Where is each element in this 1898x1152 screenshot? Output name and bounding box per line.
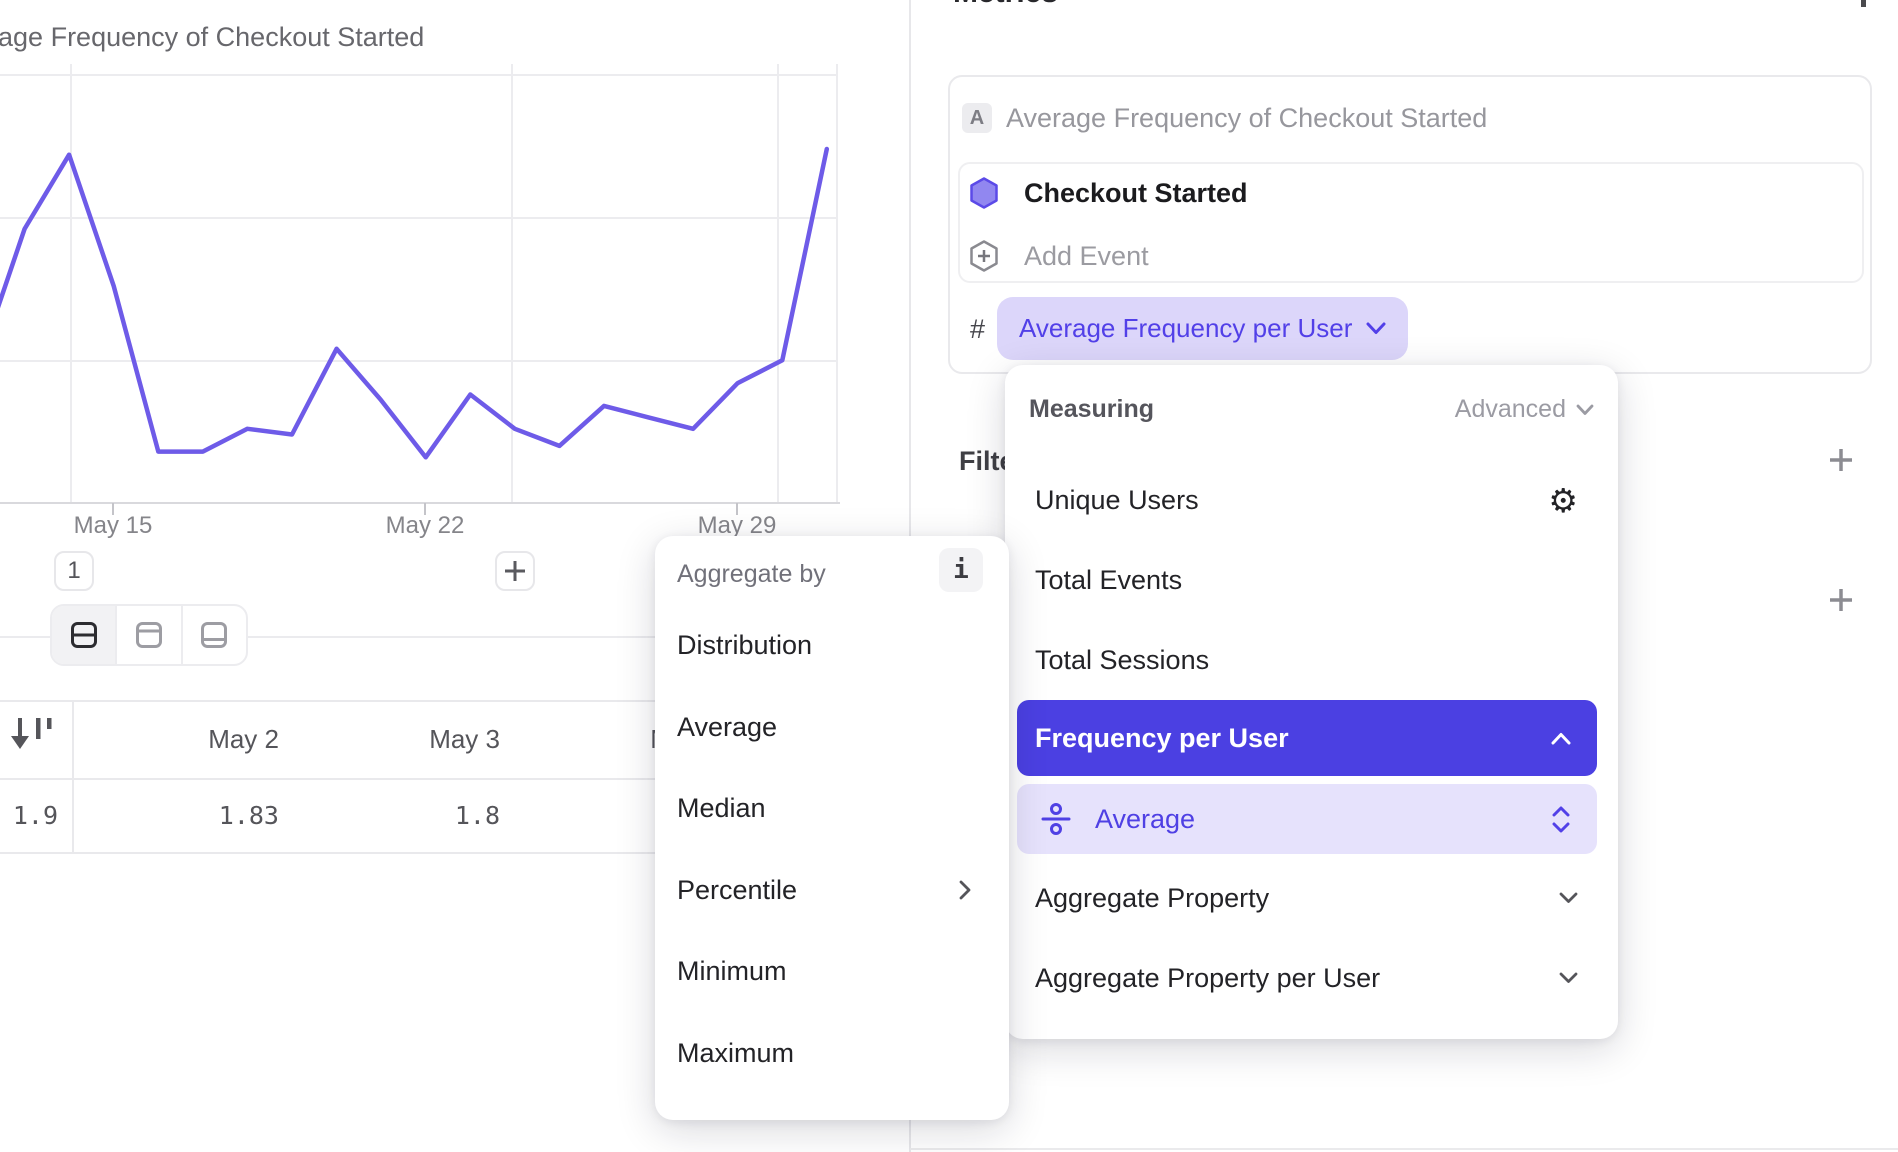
table-header-may-2[interactable]: May 2 bbox=[72, 700, 279, 778]
chevron-down-icon bbox=[1559, 892, 1578, 904]
split-bottom-icon bbox=[199, 620, 229, 650]
table-cell-may-2: 1.83 bbox=[72, 778, 279, 852]
sort-rows-button[interactable] bbox=[10, 716, 54, 757]
percentile-label: Percentile bbox=[677, 875, 797, 906]
chart-line-series bbox=[0, 149, 827, 457]
layout-chart-top-button[interactable] bbox=[117, 606, 182, 664]
total-sessions-label: Total Sessions bbox=[1035, 645, 1209, 676]
add-event-hexagon-plus-icon bbox=[970, 240, 998, 277]
menu-item-total-sessions[interactable]: Total Sessions bbox=[1005, 620, 1618, 700]
frequency-line-chart bbox=[0, 0, 840, 520]
chevron-right-icon bbox=[959, 880, 971, 900]
aggregate-property-per-user-label: Aggregate Property per User bbox=[1035, 963, 1380, 994]
unique-users-label: Unique Users bbox=[1035, 485, 1199, 516]
aggregate-property-label: Aggregate Property bbox=[1035, 883, 1269, 914]
table-header-may-3[interactable]: May 3 bbox=[293, 700, 500, 778]
measuring-dropdown: Measuring Advanced Unique Users ⚙ Total … bbox=[1005, 365, 1618, 1039]
right-panel-bottom-border bbox=[910, 1148, 1898, 1150]
measurement-chip-label: Average Frequency per User bbox=[1019, 313, 1352, 344]
menu-item-median[interactable]: Median bbox=[655, 768, 1009, 848]
advanced-label: Advanced bbox=[1455, 395, 1566, 424]
sort-descending-icon bbox=[10, 716, 54, 752]
add-metric-icon-clipped[interactable] bbox=[1861, 0, 1866, 7]
plus-icon bbox=[1828, 447, 1854, 473]
menu-item-distribution[interactable]: Distribution bbox=[655, 605, 1009, 685]
menu-item-percentile[interactable]: Percentile bbox=[655, 850, 1009, 930]
aggregate-by-label: Aggregate by bbox=[677, 560, 826, 589]
average-option-label: Average bbox=[677, 712, 777, 743]
aggregate-by-dropdown: Aggregate by i Distribution Average Medi… bbox=[655, 536, 1009, 1120]
menu-item-unique-users[interactable]: Unique Users ⚙ bbox=[1005, 460, 1618, 540]
minimum-label: Minimum bbox=[677, 956, 787, 987]
gear-icon[interactable]: ⚙ bbox=[1548, 484, 1578, 517]
event-hexagon-icon bbox=[970, 177, 998, 214]
distribution-label: Distribution bbox=[677, 630, 812, 661]
layout-table-bottom-button[interactable] bbox=[183, 606, 246, 664]
metric-title-field[interactable]: Average Frequency of Checkout Started bbox=[1006, 102, 1487, 134]
table-cell-may-1: 1.9 bbox=[0, 778, 58, 852]
menu-item-total-events[interactable]: Total Events bbox=[1005, 540, 1618, 620]
info-button[interactable]: i bbox=[939, 548, 983, 592]
maximum-label: Maximum bbox=[677, 1038, 794, 1069]
analytics-page: Average Frequency of Checkout Started Ma… bbox=[0, 0, 1898, 1152]
x-tick-may-15: May 15 bbox=[43, 512, 183, 540]
advanced-toggle[interactable]: Advanced bbox=[1455, 395, 1594, 424]
menu-item-average[interactable]: Average bbox=[655, 687, 1009, 767]
average-divide-icon bbox=[1039, 802, 1073, 836]
chart-gridlines bbox=[0, 64, 837, 503]
metrics-section-heading: Metrics bbox=[953, 0, 1058, 10]
chevron-down-icon bbox=[1576, 404, 1594, 416]
chevron-down-icon bbox=[1559, 972, 1578, 984]
menu-item-aggregate-property[interactable]: Aggregate Property bbox=[1005, 858, 1618, 938]
median-label: Median bbox=[677, 793, 766, 824]
add-filter-button[interactable] bbox=[1828, 447, 1854, 478]
table-cell-may-3: 1.8 bbox=[293, 778, 500, 852]
plus-icon bbox=[1828, 587, 1854, 613]
frequency-per-user-label: Frequency per User bbox=[1035, 723, 1289, 754]
split-top-icon bbox=[134, 620, 164, 650]
event-name[interactable]: Checkout Started bbox=[1024, 178, 1248, 208]
series-count-button[interactable]: 1 bbox=[54, 551, 94, 591]
add-event-button[interactable]: Add Event bbox=[1024, 241, 1149, 271]
menu-item-minimum[interactable]: Minimum bbox=[655, 931, 1009, 1011]
measurement-hash-label: # bbox=[970, 314, 985, 345]
measurement-chip[interactable]: Average Frequency per User bbox=[997, 297, 1408, 360]
x-tick-may-22: May 22 bbox=[355, 512, 495, 540]
total-events-label: Total Events bbox=[1035, 565, 1182, 596]
unfold-selector-icon bbox=[1551, 806, 1571, 833]
split-middle-icon bbox=[69, 620, 99, 650]
metric-letter-badge: A bbox=[962, 103, 992, 133]
measuring-header-row: Measuring Advanced bbox=[1029, 395, 1594, 424]
add-breakdown-button[interactable] bbox=[1828, 587, 1854, 618]
chart-title: Average Frequency of Checkout Started bbox=[0, 22, 424, 53]
add-annotation-button[interactable] bbox=[495, 551, 535, 591]
chevron-down-icon bbox=[1366, 322, 1386, 335]
menu-item-aggregate-property-per-user[interactable]: Aggregate Property per User bbox=[1005, 938, 1618, 1018]
menu-item-frequency-per-user-selected[interactable]: Frequency per User bbox=[1017, 700, 1597, 776]
menu-subitem-average[interactable]: Average bbox=[1017, 784, 1597, 854]
measuring-label: Measuring bbox=[1029, 395, 1154, 424]
chevron-up-icon bbox=[1551, 732, 1571, 745]
table-layout-switcher bbox=[50, 604, 248, 666]
average-label: Average bbox=[1095, 804, 1195, 835]
layout-split-horizontal-button[interactable] bbox=[52, 606, 117, 664]
menu-item-maximum[interactable]: Maximum bbox=[655, 1013, 1009, 1093]
plus-icon bbox=[503, 559, 527, 583]
